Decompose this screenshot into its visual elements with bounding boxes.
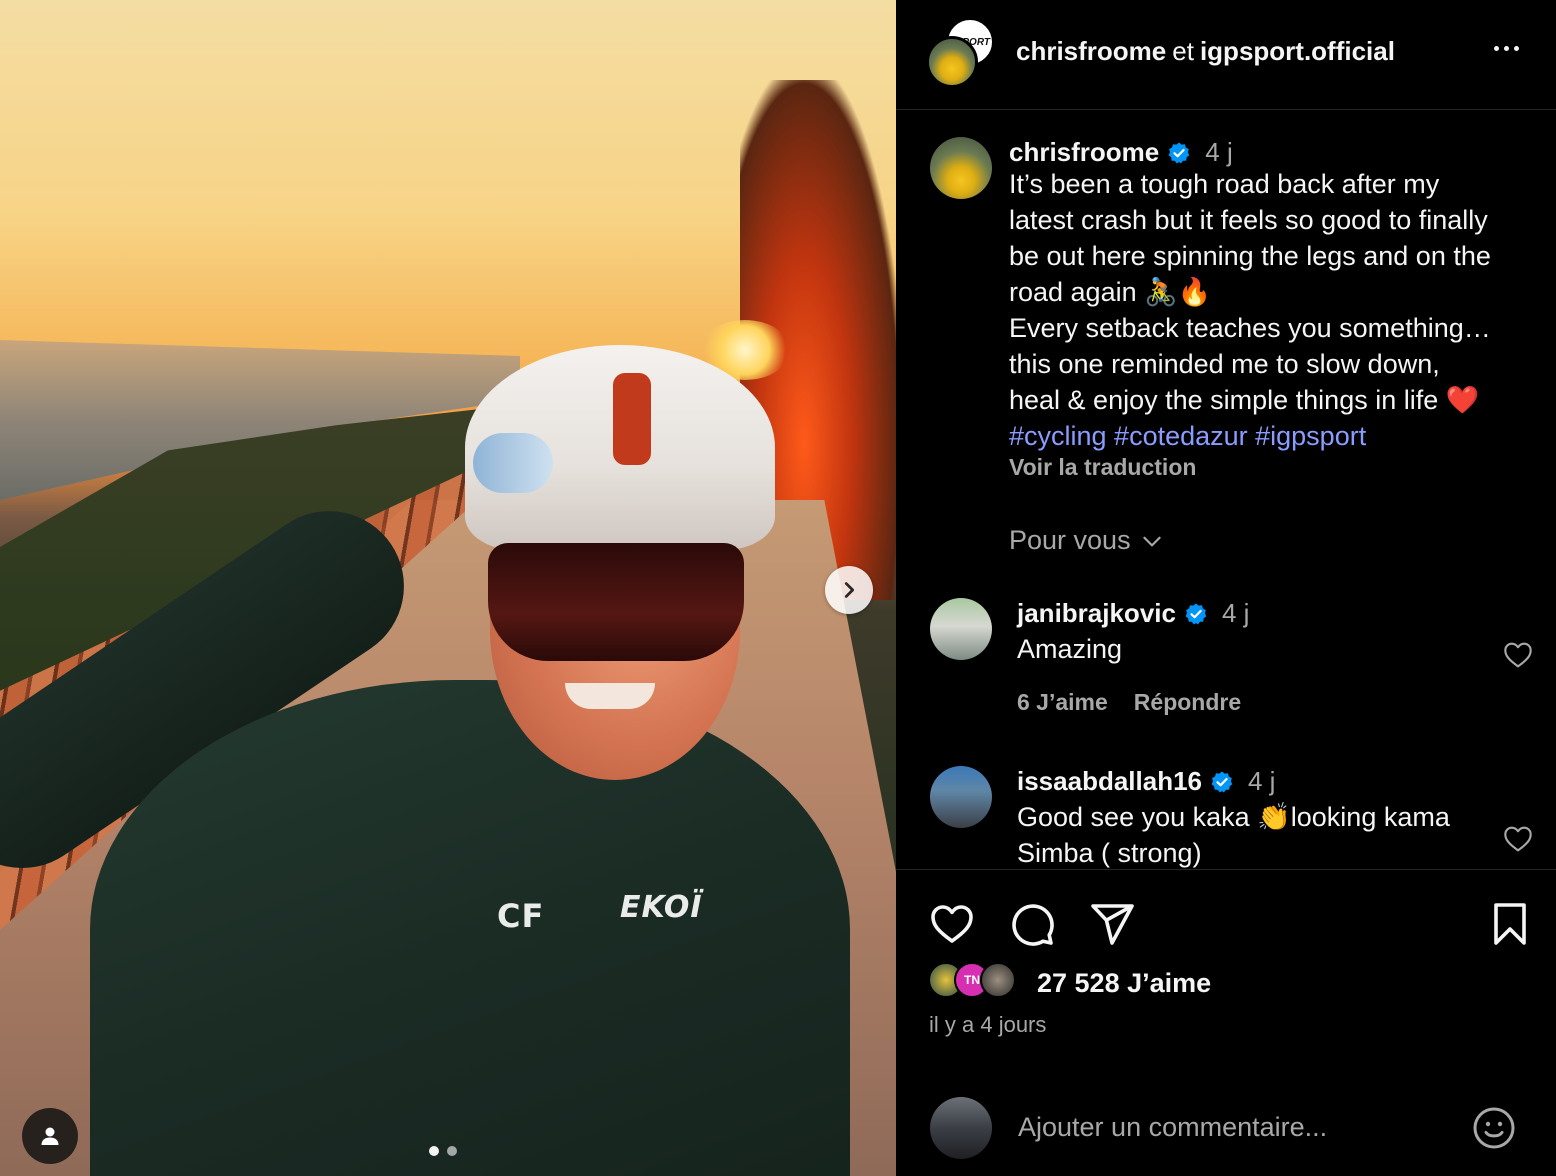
post-date[interactable]: il y a 4 jours [929, 1012, 1046, 1038]
author-link-igpsport[interactable]: igpsport.official [1200, 36, 1395, 66]
reply-button[interactable]: Répondre [1134, 689, 1241, 716]
comment-time: 4 j [1221, 598, 1250, 628]
user-icon [41, 1127, 59, 1145]
current-user-avatar [930, 1097, 992, 1159]
caption-line: Every setback teaches you something… [1009, 313, 1491, 343]
carousel-indicator [429, 1146, 457, 1156]
caption-hashtags[interactable]: #cycling #cotedazur #igpsport [1009, 418, 1549, 454]
jersey-initials: CF [497, 897, 545, 935]
author-joiner: et [1172, 36, 1194, 66]
see-translation-link[interactable]: Voir la traduction [1009, 454, 1549, 481]
post-photo[interactable]: CF EKOÏ [0, 0, 896, 1176]
photo-smile [565, 683, 655, 709]
caption-line: It’s been a tough road back after my [1009, 169, 1440, 199]
more-options-icon[interactable] [1494, 46, 1519, 51]
carousel-dot-1 [429, 1146, 439, 1156]
comment-like-count[interactable]: 6 J’aime [1017, 689, 1108, 716]
photo-rider-jersey [90, 680, 850, 1176]
photo-sunglasses [488, 543, 744, 661]
caption-time: 4 j [1205, 137, 1233, 167]
comment-avatar[interactable] [930, 766, 992, 828]
jersey-brand: EKOÏ [620, 890, 703, 925]
caption-line: road again 🚴🔥 [1009, 277, 1212, 307]
comment-username[interactable]: janibrajkovic [1017, 598, 1176, 629]
caption-text: It’s been a tough road back after my lat… [1009, 166, 1549, 454]
heart-icon[interactable] [928, 900, 976, 948]
comment-text: Good see you kaka 👏looking kama Simba ( … [1017, 799, 1497, 869]
verified-badge-icon [1211, 771, 1233, 792]
add-comment-bar [896, 1090, 1556, 1176]
comment-time: 4 j [1248, 766, 1276, 796]
post-authors: chrisfroome et igpsport.official [1016, 36, 1395, 67]
post-actions: TN 27 528 J’aime il y a 4 jours [896, 869, 1556, 1176]
tagged-users-button[interactable] [22, 1108, 78, 1164]
verified-badge-icon [1168, 142, 1190, 163]
add-comment-input[interactable] [1018, 1112, 1438, 1143]
bookmark-icon[interactable] [1486, 900, 1534, 948]
caption-avatar[interactable] [930, 137, 992, 199]
share-icon[interactable] [1088, 900, 1136, 948]
comment-sort-dropdown[interactable]: Pour vous [1009, 525, 1165, 556]
verified-badge-icon [1185, 603, 1207, 624]
liker-avatar [980, 962, 1016, 998]
author-link-chrisfroome[interactable]: chrisfroome [1016, 36, 1166, 66]
heart-icon[interactable] [1502, 823, 1534, 855]
comment-line: Simba ( strong) [1017, 838, 1202, 868]
caption-line: be out here spinning the legs and on the [1009, 241, 1491, 271]
chevron-down-icon [1142, 536, 1161, 546]
caption-username[interactable]: chrisfroome [1009, 137, 1159, 168]
avatar-chrisfroome[interactable] [926, 36, 978, 88]
comment-avatar[interactable] [930, 598, 992, 660]
comment-username[interactable]: issaabdallah16 [1017, 766, 1202, 797]
photo-helmet [465, 345, 775, 550]
like-count[interactable]: 27 528 J’aime [1037, 968, 1211, 999]
comment-line: Good see you kaka 👏looking kama [1017, 802, 1450, 832]
post-side-panel: SPORT chrisfroome et igpsport.official chr… [896, 0, 1556, 1176]
comment-sort-label: Pour vous [1009, 525, 1131, 555]
emoji-icon[interactable] [1470, 1104, 1518, 1152]
comment-icon[interactable] [1008, 900, 1056, 948]
caption: chrisfroome 4 j It’s been a tough road b… [1009, 137, 1549, 481]
comment-text: Amazing [1017, 634, 1123, 664]
caption-line: this one reminded me to slow down, [1009, 349, 1440, 379]
heart-icon[interactable] [1502, 639, 1534, 671]
caption-line: latest crash but it feels so good to fin… [1009, 205, 1488, 235]
carousel-dot-2 [447, 1146, 457, 1156]
next-slide-button[interactable] [825, 566, 873, 614]
chevron-right-icon [844, 582, 855, 598]
post-header: SPORT chrisfroome et igpsport.official [896, 0, 1556, 110]
collab-avatars[interactable]: SPORT [926, 18, 996, 88]
likers-avatars[interactable]: TN [928, 962, 1016, 998]
comments-section[interactable]: chrisfroome 4 j It’s been a tough road b… [896, 111, 1556, 869]
caption-line: heal & enjoy the simple things in life ❤… [1009, 385, 1480, 415]
